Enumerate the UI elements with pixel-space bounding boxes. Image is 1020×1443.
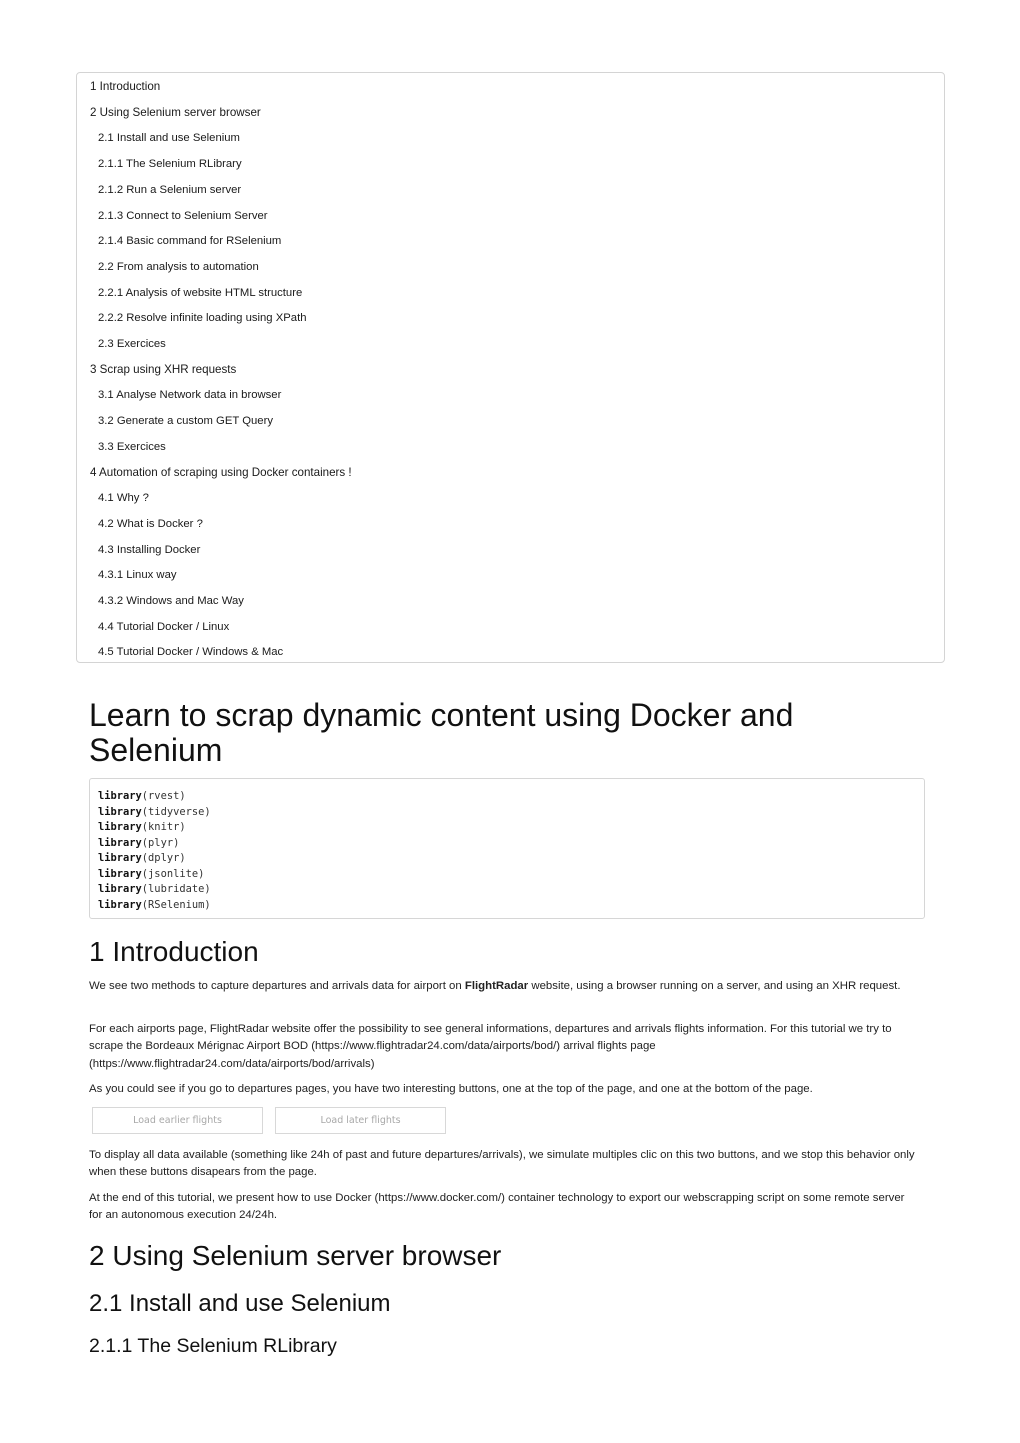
paragraph-intro: We see two methods to capture departures… (89, 978, 919, 995)
section-heading-using-selenium: 2 Using Selenium server browser (89, 1240, 502, 1271)
page-title: Learn to scrap dynamic content using Doc… (89, 697, 794, 768)
code-argument: (RSelenium) (141, 898, 211, 911)
toc-link[interactable]: 3.2 Generate a custom GET Query (98, 414, 273, 428)
toc-link[interactable]: 3.3 Exercices (98, 440, 166, 454)
toc-link[interactable]: 2 Using Selenium server browser (90, 106, 261, 120)
section-heading-introduction: 1 Introduction (89, 936, 259, 967)
code-block: library(rvest) library(tidyverse) library(… (89, 778, 925, 919)
section-heading-selenium-rlibrary: 2.1.1 The Selenium RLibrary (89, 1335, 337, 1357)
code-keyword: library (98, 805, 142, 818)
toc-link[interactable]: 3.1 Analyse Network data in browser (98, 388, 281, 402)
code-keyword: library (98, 790, 142, 802)
code-line: library(plyr) (98, 836, 916, 852)
toc-link[interactable]: 4.1 Why ? (98, 491, 149, 505)
paragraph-buttons: As you could see if you go to departures… (89, 1083, 813, 1095)
toc-link[interactable]: 4.3 Installing Docker (98, 543, 200, 557)
paragraph-display-data: To display all data available (something… (89, 1149, 915, 1179)
code-keyword: library (98, 836, 142, 849)
code-line: library(lubridate) (98, 882, 916, 898)
load-earlier-flights-button[interactable]: Load earlier flights (92, 1107, 263, 1134)
code-argument: (rvest) (141, 790, 186, 802)
code-line: library(tidyverse) (98, 805, 916, 821)
code-keyword: library (98, 898, 142, 911)
code-argument: (dplyr) (141, 852, 186, 864)
code-line: library(knitr) (98, 820, 916, 836)
paragraph-airports: For each airports page, FlightRadar webs… (89, 1023, 892, 1070)
load-later-flights-button[interactable]: Load later flights (275, 1107, 446, 1134)
code-argument: (lubridate) (141, 883, 211, 895)
code-keyword: library (98, 883, 142, 895)
paragraph-text: We see two methods to capture departures… (89, 980, 465, 992)
toc-link[interactable]: 2.1.2 Run a Selenium server (98, 183, 241, 197)
code-argument: (tidyverse) (141, 805, 211, 818)
flightradar-bold: FlightRadar (464, 980, 529, 992)
toc-link[interactable]: 1 Introduction (90, 80, 160, 94)
toc-link[interactable]: 4 Automation of scraping using Docker co… (90, 466, 352, 480)
section-heading-install-selenium: 2.1 Install and use Selenium (89, 1290, 391, 1317)
toc-link[interactable]: 3 Scrap using XHR requests (90, 363, 236, 377)
code-argument: (plyr) (141, 836, 180, 849)
toc-link[interactable]: 4.3.1 Linux way (98, 568, 177, 582)
toc-link[interactable]: 2.1.4 Basic command for RSelenium (98, 234, 281, 248)
code-line: library(jsonlite) (98, 867, 916, 883)
code-argument: (jsonlite) (141, 867, 205, 880)
code-keyword: library (98, 852, 142, 864)
toc-link[interactable]: 4.3.2 Windows and Mac Way (98, 594, 244, 608)
toc-link[interactable]: 2.1.1 The Selenium RLibrary (98, 157, 242, 171)
code-argument: (knitr) (141, 821, 186, 833)
code-line: library(rvest) (98, 789, 916, 805)
toc-link[interactable]: 2.2 From analysis to automation (98, 260, 259, 274)
toc-link[interactable]: 4.2 What is Docker ? (98, 517, 203, 531)
toc-link[interactable]: 4.5 Tutorial Docker / Windows & Mac (98, 645, 283, 659)
paragraph-docker: At the end of this tutorial, we present … (89, 1192, 905, 1222)
code-keyword: library (98, 821, 142, 833)
code-line: library(RSelenium) (98, 898, 916, 914)
toc-link[interactable]: 2.2.1 Analysis of website HTML structure (98, 286, 302, 300)
toc-link[interactable]: 2.1 Install and use Selenium (98, 131, 240, 145)
toc-link[interactable]: 4.4 Tutorial Docker / Linux (98, 620, 229, 634)
code-keyword: library (98, 867, 142, 880)
toc-link[interactable]: 2.2.2 Resolve infinite loading using XPa… (98, 311, 307, 325)
toc-link[interactable]: 2.3 Exercices (98, 337, 166, 351)
toc-link[interactable]: 2.1.3 Connect to Selenium Server (98, 209, 268, 223)
paragraph-text: website, using a browser running on a se… (528, 980, 901, 992)
table-of-contents: 1 Introduction 2 Using Selenium server br… (76, 72, 945, 663)
code-line: library(dplyr) (98, 851, 916, 867)
